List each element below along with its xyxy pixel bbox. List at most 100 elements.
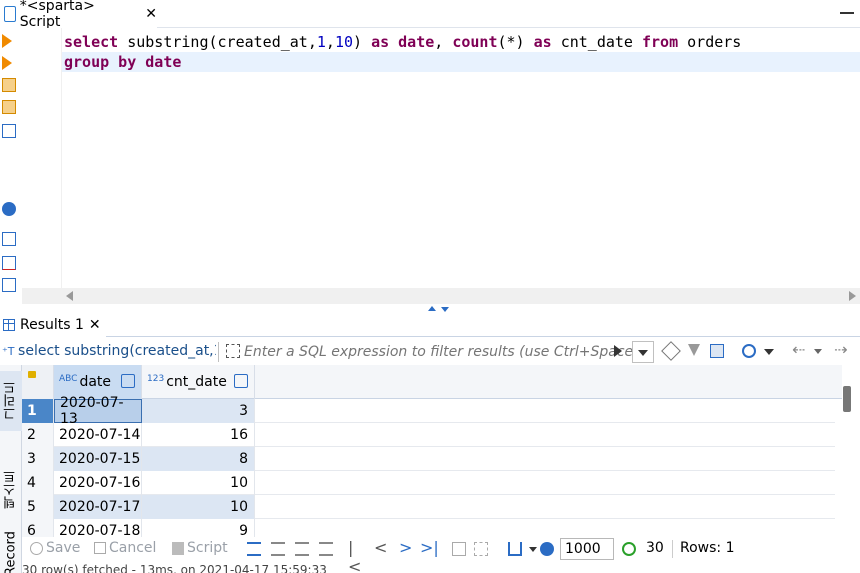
last-page-icon[interactable]: >| <box>420 538 439 557</box>
column-header-date-label: date <box>79 374 112 390</box>
maximize-down-icon[interactable] <box>441 307 449 312</box>
export-dropdown-icon[interactable] <box>529 547 537 552</box>
tab-text[interactable]: 텍스트 <box>0 460 22 520</box>
fetch-size-input[interactable] <box>560 538 614 560</box>
panels-icon[interactable] <box>742 344 756 358</box>
sql-token: 10 <box>334 33 353 51</box>
scroll-right-icon[interactable] <box>849 291 856 301</box>
filter-history-dropdown[interactable] <box>632 341 654 363</box>
close-icon[interactable]: ✕ <box>89 317 101 333</box>
export-data-icon[interactable] <box>508 542 522 556</box>
cell-date[interactable]: 2020-07-16 <box>54 471 142 495</box>
first-page-icon[interactable]: |< <box>348 538 362 573</box>
cell-cnt-date[interactable]: 8 <box>142 447 255 471</box>
editor-side-toolbar <box>0 28 22 308</box>
row-number[interactable]: 3 <box>22 447 54 471</box>
filter-input[interactable] <box>222 341 632 363</box>
script-label: Script <box>187 540 228 556</box>
column-header-cnt-date[interactable]: 123 cnt_date <box>142 365 255 399</box>
sort-filter-icon[interactable] <box>234 374 248 388</box>
row-number-header[interactable] <box>22 365 54 399</box>
table-row[interactable]: 6 2020-07-18 9 <box>22 519 835 537</box>
code-area[interactable]: select substring(created_at,1,10) as dat… <box>62 32 860 72</box>
cancel-button[interactable]: Cancel <box>94 540 156 556</box>
cell-cnt-date[interactable]: 3 <box>142 399 255 423</box>
row-number[interactable]: 6 <box>22 519 54 537</box>
cell-date[interactable]: 2020-07-14 <box>54 423 142 447</box>
tab-grid[interactable]: 그리드 <box>0 371 22 431</box>
settings-gear-icon[interactable] <box>2 202 16 216</box>
cell-date[interactable]: 2020-07-15 <box>54 447 142 471</box>
refresh-count[interactable]: 30 <box>646 540 664 556</box>
fetch-all-icon[interactable] <box>474 542 488 556</box>
filter-icon[interactable] <box>688 344 700 356</box>
editor-horizontal-scrollbar[interactable] <box>22 288 860 304</box>
cell-cnt-date[interactable]: 9 <box>142 519 255 537</box>
table-row[interactable]: 4 2020-07-16 10 <box>22 471 835 495</box>
script-button[interactable]: Script <box>172 540 228 556</box>
table-row[interactable]: 1 2020-07-13 3 <box>22 395 835 427</box>
delete-row-icon[interactable] <box>319 542 333 556</box>
next-page-icon[interactable]: > <box>399 538 413 557</box>
grid-vertical-scrollbar[interactable] <box>843 386 851 412</box>
load-script-icon[interactable] <box>2 124 16 138</box>
scroll-left-icon[interactable] <box>66 291 73 301</box>
tab-results-1[interactable]: Results 1 ✕ <box>0 313 106 337</box>
close-icon[interactable]: ✕ <box>145 6 157 22</box>
editor-tab-bar: *<sparta> Script ✕ <box>0 0 860 30</box>
save-label: Save <box>46 540 81 556</box>
export-icon[interactable] <box>2 232 16 246</box>
panels-dropdown-icon[interactable] <box>764 349 774 355</box>
execute-statement-icon[interactable] <box>2 34 16 48</box>
table-row[interactable]: 2 2020-07-14 16 <box>22 423 835 447</box>
eraser-icon[interactable] <box>661 341 681 361</box>
row-number[interactable]: 2 <box>22 423 54 447</box>
code-line-2[interactable]: group by date <box>62 52 860 72</box>
forward-icon[interactable]: ⇢ <box>834 340 848 359</box>
filter-settings-icon[interactable] <box>710 344 724 358</box>
grid-icon <box>3 319 15 331</box>
minimize-icon[interactable] <box>840 12 854 14</box>
maximize-up-icon[interactable] <box>428 306 436 311</box>
table-row[interactable]: 5 2020-07-17 10 <box>22 495 835 519</box>
column-header-cnt-date-label: cnt_date <box>166 374 227 390</box>
cancel-icon <box>94 542 106 554</box>
edit-cell-icon[interactable] <box>247 542 261 556</box>
code-line-1[interactable]: select substring(created_at,1,10) as dat… <box>62 32 860 52</box>
cell-date[interactable]: 2020-07-17 <box>54 495 142 519</box>
results-grid[interactable]: ABC date 123 cnt_date 1 2020-07-13 3 2 2… <box>22 365 842 537</box>
add-row-icon[interactable] <box>271 542 285 556</box>
sql-editor[interactable]: select substring(created_at,1,10) as dat… <box>22 28 860 304</box>
cell-cnt-date[interactable]: 16 <box>142 423 255 447</box>
explain-plan-icon[interactable] <box>2 100 16 114</box>
cell-date[interactable]: 2020-07-13 <box>54 395 142 427</box>
tab-record[interactable]: Record <box>0 532 22 573</box>
previous-page-icon[interactable]: < <box>374 538 388 557</box>
fetch-size-gear-icon[interactable] <box>540 542 554 556</box>
execute-script-icon[interactable] <box>2 56 16 70</box>
cell-date[interactable]: 2020-07-18 <box>54 519 142 537</box>
import-icon[interactable] <box>2 256 16 270</box>
back-icon[interactable]: ⇠ <box>792 340 806 359</box>
row-count-label: Rows: 1 <box>680 540 735 556</box>
format-icon[interactable] <box>2 278 16 292</box>
tab-script[interactable]: *<sparta> Script ✕ <box>0 0 157 30</box>
sort-filter-icon[interactable] <box>121 374 135 388</box>
sql-token: orders <box>678 33 742 51</box>
table-row[interactable]: 3 2020-07-15 8 <box>22 447 835 471</box>
app-window: *<sparta> Script ✕ select substring(crea… <box>0 0 860 573</box>
save-button[interactable]: Save <box>30 540 80 556</box>
fetch-next-icon[interactable] <box>452 542 466 556</box>
row-number[interactable]: 1 <box>22 399 54 423</box>
cell-cnt-date[interactable]: 10 <box>142 495 255 519</box>
filter-apply-icon[interactable] <box>614 345 622 357</box>
row-number[interactable]: 5 <box>22 495 54 519</box>
refresh-icon[interactable] <box>622 542 636 556</box>
back-dropdown-icon[interactable] <box>814 349 822 354</box>
execute-in-new-tab-icon[interactable] <box>2 78 16 92</box>
copy-row-icon[interactable] <box>295 542 309 556</box>
row-number[interactable]: 4 <box>22 471 54 495</box>
column-header-date[interactable]: ABC date <box>54 365 142 399</box>
script-icon <box>172 541 184 555</box>
cell-cnt-date[interactable]: 10 <box>142 471 255 495</box>
